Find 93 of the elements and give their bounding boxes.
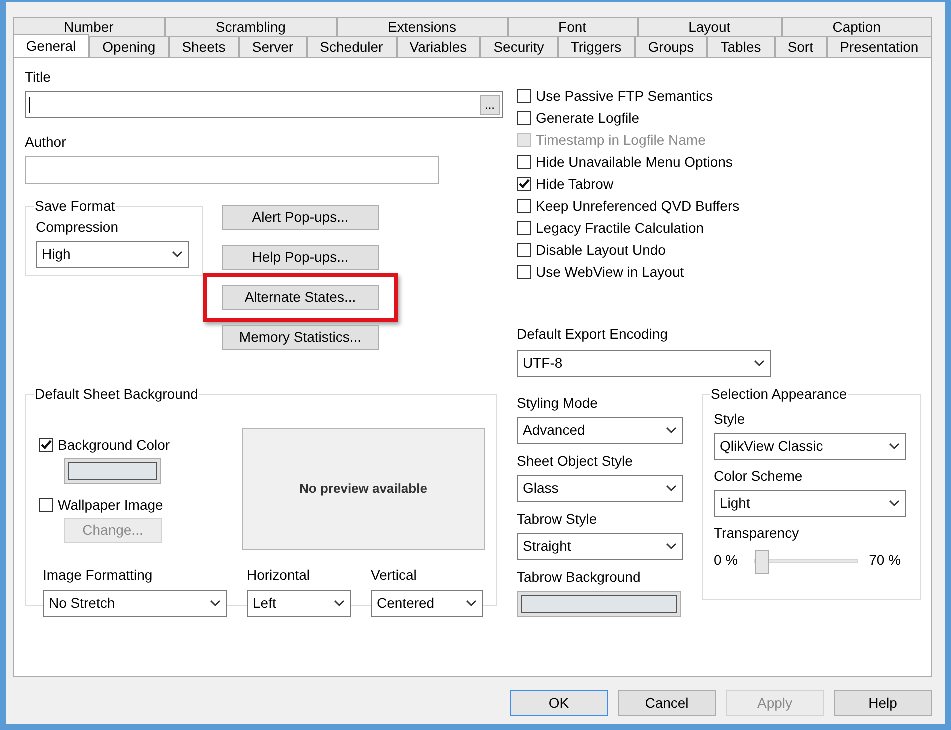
field-label: Image Formatting xyxy=(43,566,154,585)
dialog-button[interactable]: Help Pop-ups... xyxy=(222,245,379,270)
tab[interactable]: General xyxy=(13,34,90,57)
tab[interactable]: Opening xyxy=(89,36,169,57)
checkbox[interactable] xyxy=(39,498,53,512)
group-title: Default Sheet Background xyxy=(34,385,200,404)
checkbox-label: Use Passive FTP Semantics xyxy=(536,86,714,106)
checkbox-label: Generate Logfile xyxy=(536,108,640,128)
dialog-button[interactable]: Memory Statistics... xyxy=(222,325,379,350)
checkbox-label: Disable Layout Undo xyxy=(536,240,666,260)
dialog-button[interactable]: Alert Pop-ups... xyxy=(222,205,379,230)
dropdown[interactable]: Glass xyxy=(517,475,683,502)
chevron-down-icon xyxy=(666,485,677,492)
checkbox-label: Hide Tabrow xyxy=(536,174,614,194)
title-field[interactable]: ... xyxy=(25,91,503,118)
checkbox[interactable] xyxy=(517,243,531,257)
slider-max-label: 70 % xyxy=(869,551,902,570)
tab[interactable]: Triggers xyxy=(558,36,635,57)
dropdown[interactable]: UTF-8 xyxy=(517,350,771,377)
color-swatch-button[interactable] xyxy=(64,458,161,484)
field-label: Sheet Object Style xyxy=(517,452,634,471)
preview-text: No preview available xyxy=(300,480,428,498)
tab[interactable]: Presentation xyxy=(826,36,932,57)
tab[interactable]: Variables xyxy=(396,36,480,57)
browse-button[interactable]: ... xyxy=(480,94,500,114)
checkbox-label: Wallpaper Image xyxy=(58,496,164,515)
slider-min-label: 0 % xyxy=(714,551,738,570)
field-label: Styling Mode xyxy=(517,394,599,413)
dropdown[interactable]: No Stretch xyxy=(43,590,227,617)
tab[interactable]: Security xyxy=(480,36,558,57)
checkbox[interactable] xyxy=(517,265,531,279)
chevron-down-icon xyxy=(210,600,221,607)
checkbox-label: Legacy Fractile Calculation xyxy=(536,218,704,238)
checkbox[interactable] xyxy=(517,199,531,213)
checkbox-label: Background Color xyxy=(58,436,170,455)
tab[interactable]: Extensions xyxy=(336,17,508,36)
tab[interactable]: Server xyxy=(239,36,307,57)
checkbox-label: Use WebView in Layout xyxy=(536,262,684,282)
tab[interactable]: Number xyxy=(13,17,165,36)
field-label: Author xyxy=(25,133,68,152)
dropdown[interactable]: Centered xyxy=(371,590,483,617)
tab[interactable]: Font xyxy=(508,17,638,36)
field-label: Tabrow Background xyxy=(517,568,642,587)
checkbox[interactable] xyxy=(517,111,531,125)
field-label: Compression xyxy=(36,218,120,237)
checkbox-label: Hide Unavailable Menu Options xyxy=(536,152,733,172)
field-label: Tabrow Style xyxy=(517,510,598,529)
field-label: Title xyxy=(25,68,52,87)
dialog-button[interactable]: Cancel xyxy=(618,690,716,716)
dropdown[interactable]: Left xyxy=(247,590,351,617)
field-label: Color Scheme xyxy=(714,467,804,486)
dialog-button[interactable]: Alternate States... xyxy=(222,285,379,310)
tab[interactable]: Caption xyxy=(782,17,932,36)
dialog-button[interactable]: OK xyxy=(510,690,608,716)
field-label: Horizontal xyxy=(247,566,312,585)
checkbox[interactable] xyxy=(39,438,53,452)
chevron-down-icon xyxy=(172,251,183,258)
checkbox-label: Keep Unreferenced QVD Buffers xyxy=(536,196,740,216)
tab[interactable]: Tables xyxy=(707,36,775,57)
chevron-down-icon xyxy=(666,427,677,434)
group-title: Selection Appearance xyxy=(710,385,848,404)
tab[interactable]: Layout xyxy=(638,17,782,36)
tab[interactable]: Sheets xyxy=(168,36,240,57)
slider-thumb[interactable] xyxy=(755,550,770,574)
field-label: Transparency xyxy=(714,524,800,543)
chevron-down-icon xyxy=(666,543,677,550)
tab[interactable]: Groups xyxy=(634,36,708,57)
checkbox[interactable] xyxy=(517,177,531,191)
group-title: Save Format xyxy=(34,197,116,216)
chevron-down-icon xyxy=(334,600,345,607)
dropdown[interactable]: Advanced xyxy=(517,417,683,444)
checkbox[interactable] xyxy=(517,89,531,103)
checkbox[interactable] xyxy=(517,221,531,235)
field-label: Default Export Encoding xyxy=(517,325,669,344)
field-label: Style xyxy=(714,410,746,429)
dropdown[interactable]: QlikView Classic xyxy=(714,433,906,460)
chevron-down-icon xyxy=(466,600,477,607)
chevron-down-icon xyxy=(889,500,900,507)
dropdown[interactable]: High xyxy=(36,241,189,268)
tab[interactable]: Sort xyxy=(774,36,827,57)
tab[interactable]: Scrambling xyxy=(164,17,337,36)
color-swatch-button[interactable] xyxy=(517,591,681,617)
chevron-down-icon xyxy=(754,360,765,367)
dropdown[interactable]: Straight xyxy=(517,533,683,560)
chevron-down-icon xyxy=(889,443,900,450)
tab[interactable]: Scheduler xyxy=(306,36,397,57)
dropdown[interactable]: Light xyxy=(714,490,906,517)
field-label: Vertical xyxy=(371,566,418,585)
checkbox[interactable] xyxy=(517,155,531,169)
dialog-button[interactable]: Help xyxy=(834,690,932,716)
checkbox-label: Timestamp in Logfile Name xyxy=(536,130,706,150)
author-field[interactable] xyxy=(25,156,439,184)
text-cursor xyxy=(29,96,30,112)
